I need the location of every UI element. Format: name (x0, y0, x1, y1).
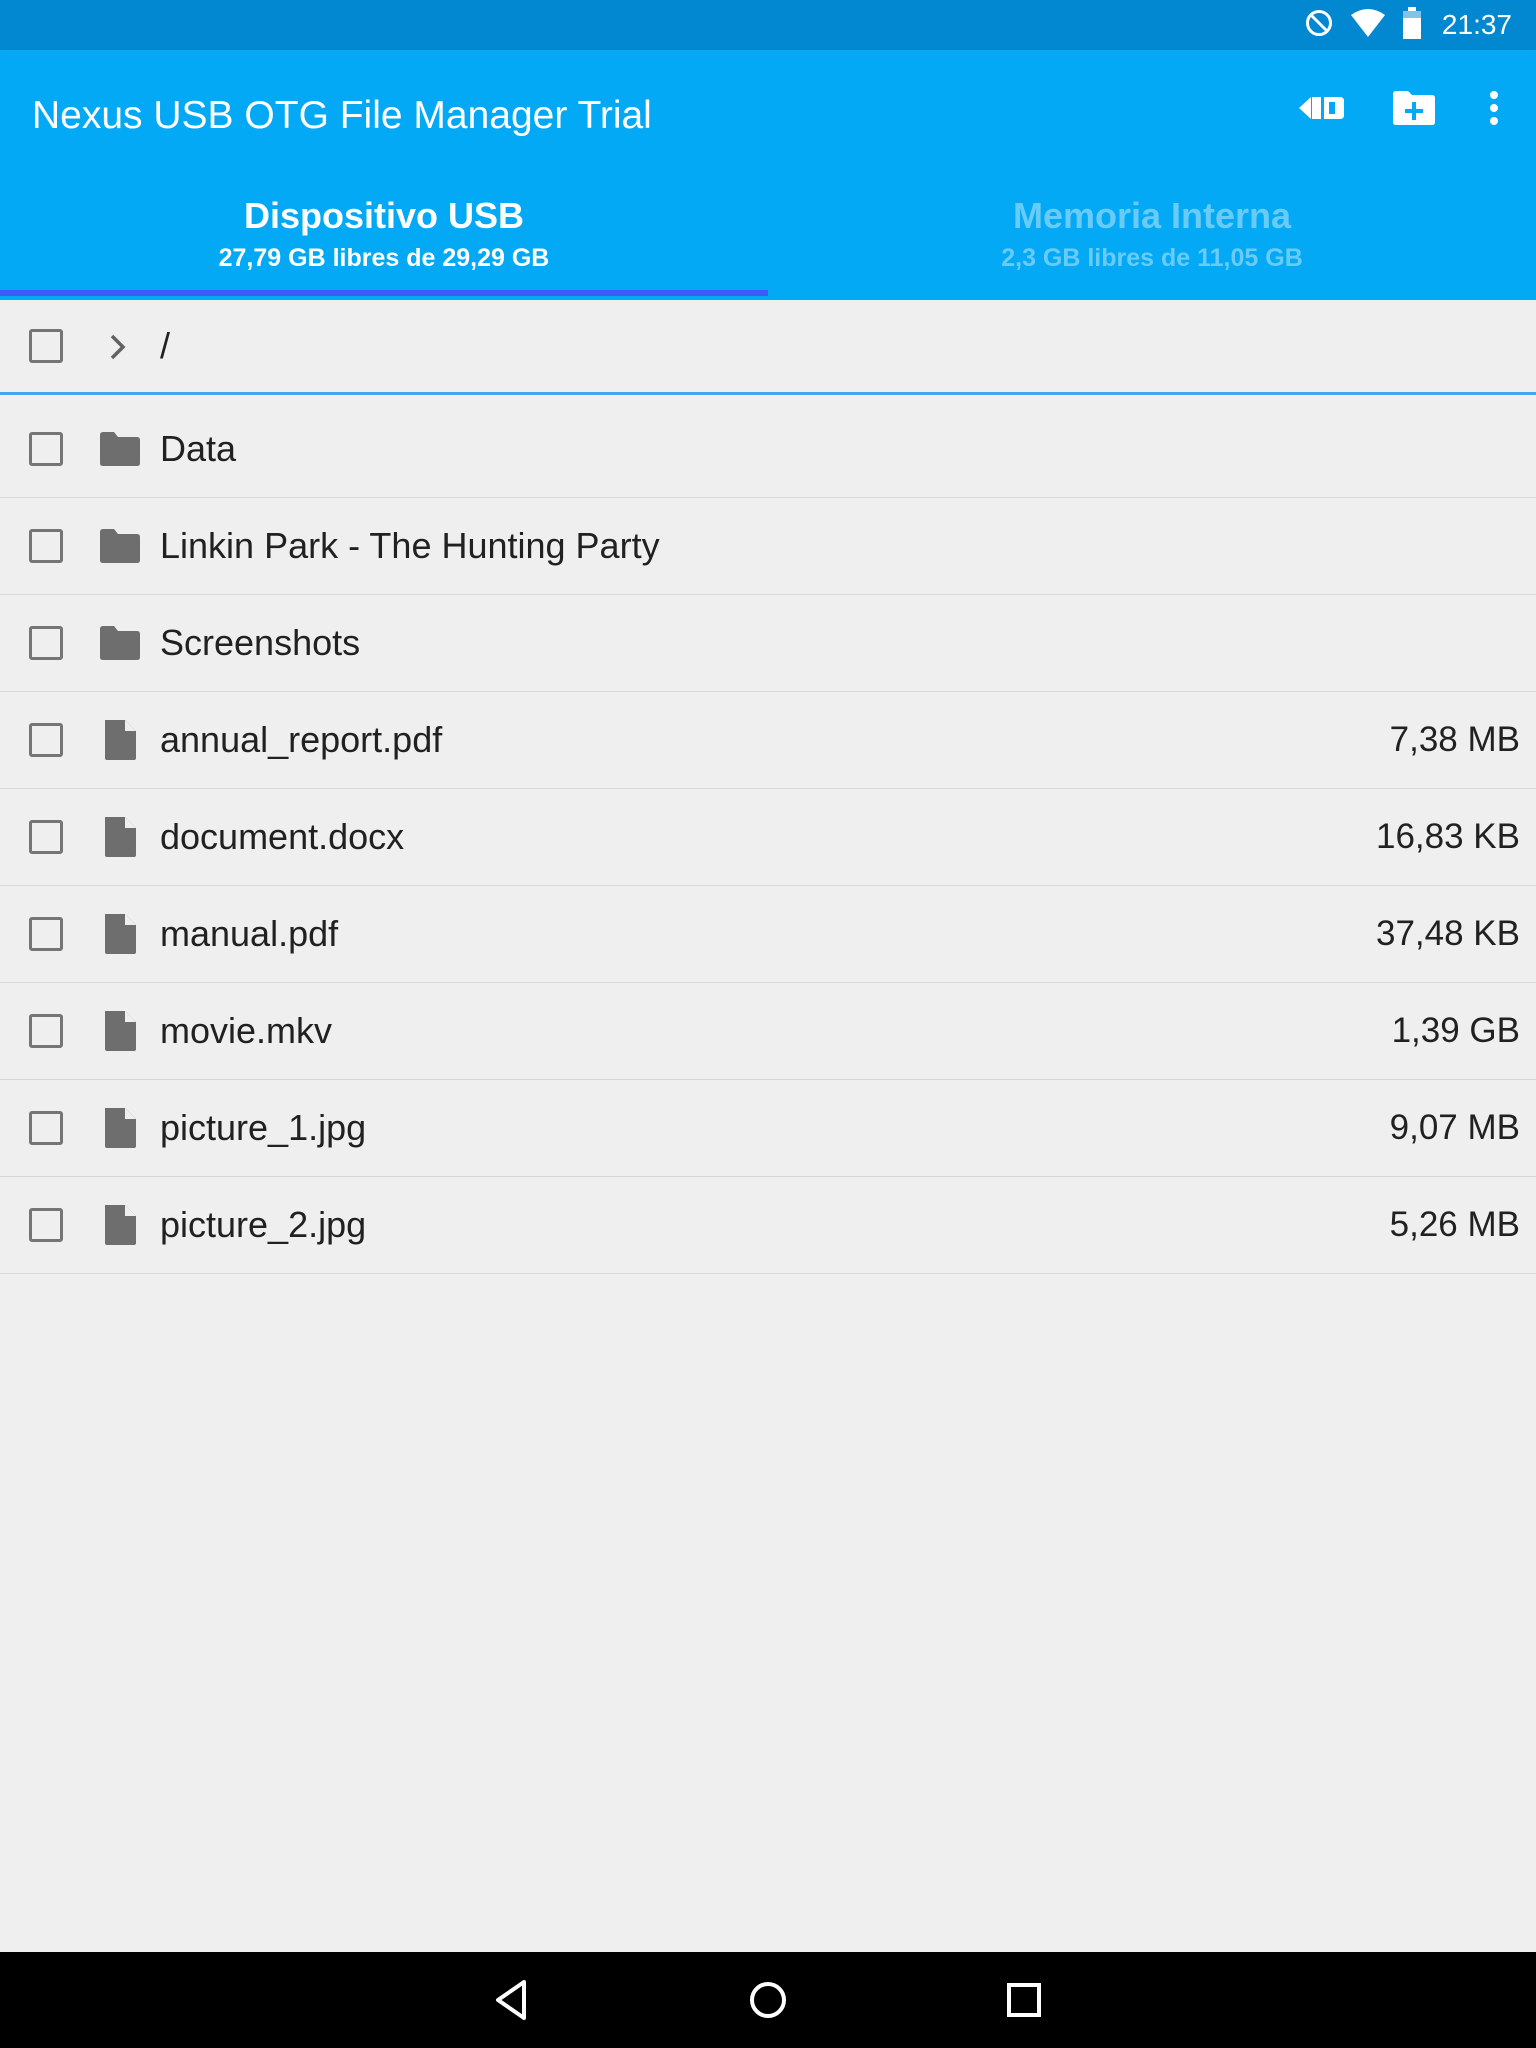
tab-indicator (0, 290, 768, 296)
app-bar: Nexus USB OTG File Manager Trial Disposi… (0, 50, 1536, 300)
chevron-right-icon (106, 332, 130, 367)
tab-internal-memory[interactable]: Memoria Interna 2,3 GB libres de 11,05 G… (768, 186, 1536, 296)
list-item-folder[interactable]: Linkin Park - The Hunting Party (0, 498, 1536, 595)
list-item-file[interactable]: picture_1.jpg 9,07 MB (0, 1080, 1536, 1177)
action-icons (1278, 80, 1536, 136)
path-bar: / (0, 300, 1536, 395)
file-icon (105, 1011, 136, 1051)
item-size: 1,39 GB (1391, 1011, 1520, 1050)
select-all-checkbox[interactable] (29, 329, 63, 363)
tab-subtitle: 2,3 GB libres de 11,05 GB (1001, 244, 1303, 272)
list-item-file[interactable]: manual.pdf 37,48 KB (0, 886, 1536, 983)
app-title: Nexus USB OTG File Manager Trial (32, 94, 652, 137)
home-icon[interactable] (740, 1972, 796, 2028)
item-checkbox[interactable] (29, 1111, 63, 1145)
status-time: 21:37 (1441, 9, 1512, 40)
item-name: annual_report.pdf (160, 719, 443, 760)
item-name: movie.mkv (160, 1010, 333, 1051)
list-item-file[interactable]: picture_2.jpg 5,26 MB (0, 1177, 1536, 1274)
status-icons: 21:37 (1304, 0, 1512, 50)
tab-title: Dispositivo USB (243, 195, 525, 236)
tab-subtitle: 27,79 GB libres de 29,29 GB (218, 244, 550, 272)
current-path[interactable]: / (160, 324, 170, 368)
item-name: picture_2.jpg (160, 1204, 367, 1245)
back-icon[interactable] (484, 1972, 540, 2028)
list-item-file[interactable]: annual_report.pdf 7,38 MB (0, 692, 1536, 789)
battery-icon (1402, 6, 1422, 44)
item-name: document.docx (160, 816, 405, 857)
item-name: Screenshots (160, 622, 361, 663)
item-size: 37,48 KB (1376, 914, 1520, 953)
item-checkbox[interactable] (29, 1208, 63, 1242)
file-icon (105, 1205, 136, 1245)
file-icon (105, 720, 136, 760)
item-name: manual.pdf (160, 913, 339, 954)
folder-icon (100, 529, 140, 563)
folder-icon (100, 432, 140, 466)
item-checkbox[interactable] (29, 723, 63, 757)
file-list: Data Linkin Park - The Hunting Party Scr… (0, 401, 1536, 1274)
file-icon (105, 817, 136, 857)
item-checkbox[interactable] (29, 626, 63, 660)
recents-icon[interactable] (996, 1972, 1052, 2028)
list-item-folder[interactable]: Data (0, 401, 1536, 498)
status-bar: 21:37 (0, 0, 1536, 50)
item-name: Linkin Park - The Hunting Party (160, 525, 660, 566)
new-folder-icon[interactable] (1366, 80, 1462, 136)
item-checkbox[interactable] (29, 1014, 63, 1048)
item-size: 16,83 KB (1376, 817, 1520, 856)
item-checkbox[interactable] (29, 820, 63, 854)
file-icon (105, 914, 136, 954)
item-name: picture_1.jpg (160, 1107, 367, 1148)
tab-usb-device[interactable]: Dispositivo USB 27,79 GB libres de 29,29… (0, 186, 768, 296)
item-size: 7,38 MB (1389, 720, 1520, 759)
item-name: Data (160, 428, 237, 469)
folder-icon (100, 626, 140, 660)
tab-title: Memoria Interna (1012, 195, 1292, 236)
more-vert-icon[interactable] (1462, 80, 1526, 136)
do-not-disturb-icon (1304, 8, 1334, 43)
item-checkbox[interactable] (29, 917, 63, 951)
list-item-file[interactable]: movie.mkv 1,39 GB (0, 983, 1536, 1080)
switch-storage-icon[interactable] (1278, 80, 1366, 136)
item-checkbox[interactable] (29, 432, 63, 466)
list-item-folder[interactable]: Screenshots (0, 595, 1536, 692)
wifi-icon (1350, 8, 1386, 43)
item-size: 9,07 MB (1389, 1108, 1520, 1147)
list-item-file[interactable]: document.docx 16,83 KB (0, 789, 1536, 886)
item-size: 5,26 MB (1389, 1205, 1520, 1244)
navigation-bar (0, 1952, 1536, 2048)
item-checkbox[interactable] (29, 529, 63, 563)
file-icon (105, 1108, 136, 1148)
